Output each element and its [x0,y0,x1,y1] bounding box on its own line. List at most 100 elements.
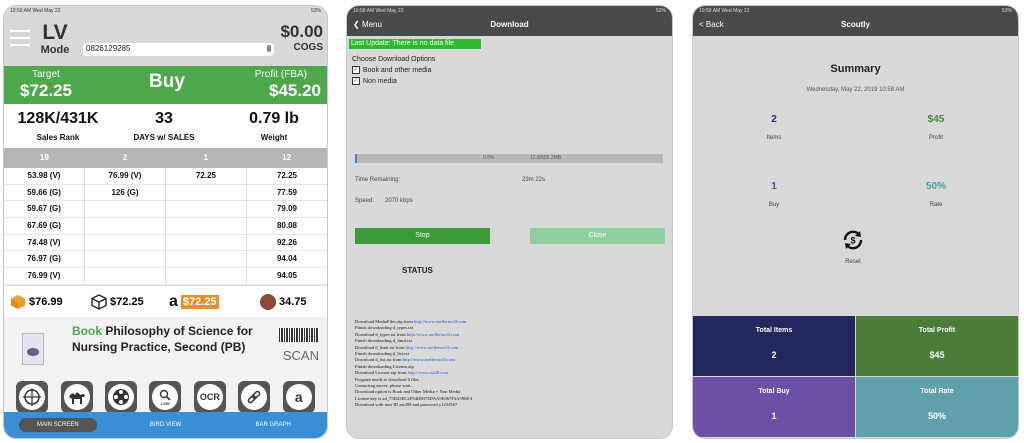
box-orange-icon [11,294,25,309]
amazon-price[interactable]: a $72.25 [169,293,254,311]
offer-cell: 76.97 (G) [4,251,84,269]
sales-rank-value: 128K/431K [17,110,99,127]
total-buy-value: 1 [771,411,777,421]
offer-cell-empty [166,268,246,285]
download-options: Choose Download Options ✓ Book and other … [352,56,435,88]
link-icon [248,390,261,404]
weight-stat: 0.79 lb Weight [236,110,312,142]
live-search-button[interactable]: LIVE [149,381,182,413]
offer-count-fba[interactable]: 12 [246,148,327,168]
fba-price[interactable]: $76.99 [10,294,85,310]
target-tool-button[interactable] [16,381,49,413]
metric-buy: 1 Buy [693,181,855,208]
offer-cell-empty [166,251,246,269]
asin-search-input[interactable]: 0826129285 [83,43,274,56]
log-text: Finish downloading d_list.txt [355,351,409,357]
crosshair-icon [23,388,42,406]
option-book-media[interactable]: ✓ Book and other media [352,66,435,74]
profit-value: $45.20 [269,81,321,100]
reset-button[interactable]: $ Reset [838,228,868,265]
barcode-icon[interactable] [279,328,319,342]
product-category: Book [72,324,102,338]
log-text: Download option is Book and Other Media … [355,389,461,395]
target-label: Target [32,69,60,80]
mf-price[interactable]: $72.25 [91,293,163,310]
log-text: License key is ad_75D43EC2F94D8073DAA5E0… [355,395,473,401]
offer-cell: 76.99 (V) [4,268,84,285]
download-progress-bar: 0.5% 12.8/555.2MB [355,154,663,163]
close-button[interactable]: Close [530,228,665,244]
metric-rate-label: Rate [929,202,943,208]
amazon-logo-icon: a [285,384,312,410]
status-bar: 10:58 AM Wed May 22 52% [347,6,672,16]
metric-profit-label: Profit [928,135,943,141]
download-screen: 10:58 AM Wed May 22 52% ❮ Menu Download … [347,6,672,438]
amazon-button[interactable]: a [282,381,315,413]
time-remaining-value: 23m 22s [522,177,546,183]
metric-rate: 50% Rate [855,181,1017,208]
checkbox-checked-icon[interactable]: ✓ [352,77,360,85]
total-items-label: Total Items [755,327,793,334]
other-price[interactable]: 34.75 [260,293,320,310]
tab-main-screen-label: MAIN SCREEN [19,418,97,432]
camel-tool-button[interactable] [60,381,93,413]
summary-heading: Summary [830,63,881,75]
log-link[interactable]: http://www.asellertool3.com [407,332,459,337]
log-text: Finish downloading d_limit.txt [355,338,413,344]
tab-main-screen[interactable]: MAIN SCREEN [4,418,112,432]
offer-count-amazon[interactable]: 1 [166,148,247,168]
total-rate-label: Total Rate [920,388,954,395]
offer-cell: 80.08 [247,218,327,235]
total-rate-value: 50% [927,411,946,421]
log-link[interactable]: http://www.ast28.com [408,370,449,375]
offer-count-new[interactable]: 2 [85,148,166,168]
microphone-icon[interactable] [267,45,271,52]
scan-button[interactable]: SCAN [283,348,319,363]
log-link[interactable]: http://www.asellertool3.com [403,357,455,362]
book-cover-image[interactable] [22,333,44,365]
option-non-media[interactable]: ✓ Non media [352,77,435,85]
log-link[interactable]: http://www.asellertool3.com [406,345,458,350]
offer-cell-empty [85,268,165,285]
ocr-button[interactable]: OCR [193,381,226,413]
total-rate-tile: Total Rate 50% [856,377,1018,437]
offer-count-used[interactable]: 19 [4,148,85,168]
metric-buy-label: Buy [768,202,780,208]
tab-bird-view[interactable]: BIRD VIEW [112,422,220,428]
price-summary-row: $76.99 $72.25 a $72.25 34.75 [4,285,327,317]
progress-percent: 0.5% [483,155,495,161]
reset-label: Reset [845,259,861,265]
keepa-tool-button[interactable] [105,381,138,413]
tab-bar-graph[interactable]: BAR GRAPH [219,422,327,428]
sales-rank-stat: 128K/431K Sales Rank [12,110,104,142]
nav-bar: ❮ Menu Download [347,16,672,36]
total-profit-tile: Total Profit $45 [856,316,1018,376]
total-items-tile: Total Items 2 [693,316,855,376]
battery-level: 53% [310,8,321,14]
offer-cell: 92.26 [247,235,327,252]
total-buy-tile: Total Buy 1 [693,377,855,437]
offer-cell: 53.98 (V) [4,168,84,185]
mode-toggle[interactable]: LV Mode [40,22,70,57]
checkbox-checked-icon[interactable]: ✓ [352,66,360,74]
cogs-display[interactable]: $0.00 COGS [280,22,323,53]
camel-icon [68,392,85,404]
decision-bar: Target $72.25 Buy Profit (FBA) $45.20 [4,66,327,104]
offer-count-header: 19 2 1 12 [4,148,327,168]
svg-text:$: $ [850,236,855,246]
offer-cell-empty [166,235,246,252]
stop-button[interactable]: Stop [355,228,490,244]
log-link[interactable]: http://www.asellertool3.com [414,319,466,324]
target-value: $72.25 [20,81,72,100]
search-icon [160,389,172,401]
offer-cell: 59.66 (G) [4,185,84,202]
mode-label: Mode [40,44,70,56]
battery-level: 53% [1001,8,1012,14]
log-text: Download d_list.txt from [355,357,403,363]
hamburger-menu-icon[interactable] [10,30,30,51]
link-button[interactable] [238,381,271,413]
total-buy-label: Total Buy [758,388,790,395]
offer-cell: 72.25 [166,168,246,185]
metric-profit: $45 Profit [855,114,1017,141]
days-with-sales-label: DAYS w/ SALES [133,133,195,142]
